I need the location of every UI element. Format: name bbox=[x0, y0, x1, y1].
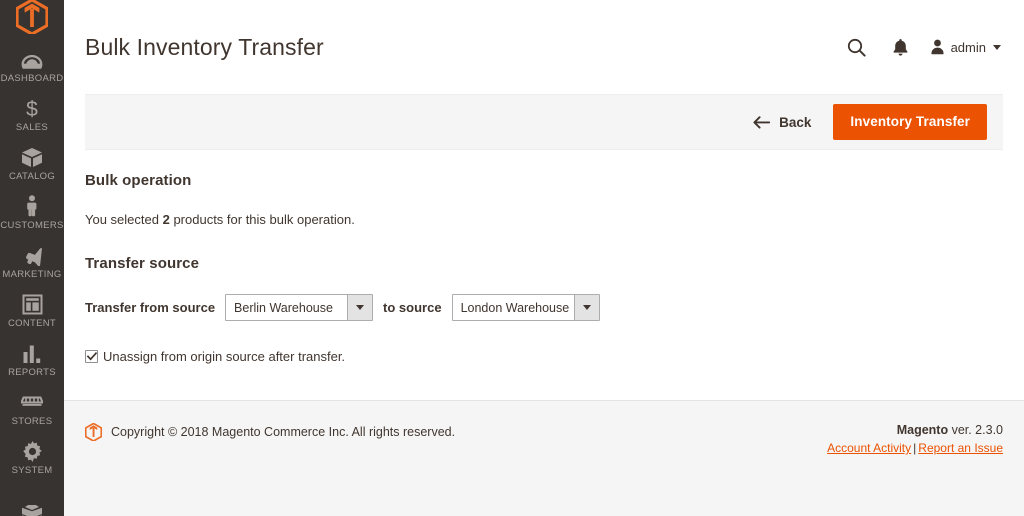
storefront-awning-icon bbox=[19, 389, 45, 413]
sidebar-item-customers[interactable]: Customers bbox=[0, 187, 64, 236]
copyright-block: Copyright © 2018 Magento Commerce Inc. A… bbox=[85, 423, 455, 441]
admin-sidebar: Dashboard $ Sales Catalog bbox=[0, 0, 64, 516]
sidebar-item-system[interactable]: System bbox=[0, 432, 64, 481]
summary-text-before: You selected bbox=[85, 212, 163, 227]
bell-icon[interactable] bbox=[878, 32, 924, 62]
footer-right: Magento ver. 2.3.0 Account Activity | Repo… bbox=[827, 423, 1003, 455]
sidebar-item-label: Reports bbox=[8, 367, 56, 378]
back-button[interactable]: Back bbox=[753, 115, 811, 130]
megaphone-icon bbox=[19, 242, 45, 266]
chevron-down-icon bbox=[573, 295, 599, 320]
magento-mark-icon bbox=[85, 423, 102, 441]
sidebar-item-catalog[interactable]: Catalog bbox=[0, 138, 64, 187]
sidebar-item-find-partners-extensions[interactable]: Find Partners & Extensions bbox=[0, 493, 64, 516]
transfer-source-row: Transfer from source Berlin Warehouse to… bbox=[85, 294, 1003, 321]
dollar-sign-icon: $ bbox=[19, 95, 45, 119]
sidebar-item-label: Marketing bbox=[2, 269, 62, 280]
account-name: admin bbox=[950, 39, 986, 55]
box-icon bbox=[19, 144, 45, 168]
arrow-left-icon bbox=[753, 115, 771, 129]
gear-icon bbox=[19, 438, 45, 462]
main-region: Bulk Inventory Transfer admin Back Inven… bbox=[64, 0, 1024, 516]
person-icon bbox=[19, 193, 45, 217]
account-activity-link[interactable]: Account Activity bbox=[827, 441, 911, 455]
bulk-operation-heading: Bulk operation bbox=[85, 172, 192, 189]
sidebar-item-label: Dashboard bbox=[0, 73, 64, 84]
search-icon[interactable] bbox=[836, 32, 878, 62]
copyright-text: Copyright © 2018 Magento Commerce Inc. A… bbox=[111, 425, 456, 439]
header-tools: admin bbox=[836, 32, 1003, 62]
summary-text-after: products for this bulk operation. bbox=[169, 212, 355, 227]
transfer-source-heading: Transfer source bbox=[85, 255, 200, 272]
unassign-row: Unassign from origin source after transf… bbox=[85, 349, 1003, 364]
chevron-down-icon bbox=[993, 44, 1001, 50]
dashboard-gauge-icon bbox=[19, 46, 45, 70]
sidebar-item-reports[interactable]: Reports bbox=[0, 334, 64, 383]
to-source-select[interactable]: London Warehouse bbox=[451, 294, 600, 321]
page-content: Bulk operation You selected 2 products f… bbox=[64, 150, 1024, 400]
page-title: Bulk Inventory Transfer bbox=[85, 33, 324, 60]
user-avatar-icon bbox=[930, 39, 945, 55]
sidebar-item-stores[interactable]: Stores bbox=[0, 383, 64, 432]
report-an-issue-link[interactable]: Report an Issue bbox=[918, 441, 1003, 455]
sidebar-item-label: System bbox=[11, 465, 53, 476]
page-actions-bar: Back Inventory Transfer bbox=[85, 94, 1003, 150]
sidebar-item-label: Catalog bbox=[8, 171, 56, 182]
back-button-label: Back bbox=[779, 114, 812, 130]
bulk-operation-summary: You selected 2 products for this bulk op… bbox=[85, 211, 1003, 229]
sidebar-item-content[interactable]: Content bbox=[0, 285, 64, 334]
selected-product-count: 2 bbox=[162, 212, 170, 227]
extension-blocks-icon bbox=[19, 499, 45, 516]
checkmark-icon bbox=[86, 352, 97, 361]
unassign-checkbox[interactable] bbox=[85, 350, 98, 363]
chevron-down-icon bbox=[347, 295, 373, 320]
bar-chart-icon bbox=[19, 340, 45, 364]
magento-logo[interactable] bbox=[0, 0, 64, 34]
sidebar-item-label: Customers bbox=[0, 220, 64, 231]
to-source-label: to source bbox=[383, 300, 442, 315]
footer-version: ver. 2.3.0 bbox=[948, 423, 1003, 437]
page-footer: Copyright © 2018 Magento Commerce Inc. A… bbox=[64, 400, 1024, 516]
sidebar-item-dashboard[interactable]: Dashboard bbox=[0, 40, 64, 89]
transfer-from-source-select[interactable]: Berlin Warehouse bbox=[225, 294, 374, 321]
footer-links: Account Activity | Report an Issue bbox=[827, 441, 1003, 455]
sidebar-item-label: Stores bbox=[11, 416, 53, 427]
sidebar-item-sales[interactable]: $ Sales bbox=[0, 89, 64, 138]
unassign-checkbox-label: Unassign from origin source after transf… bbox=[103, 349, 346, 364]
transfer-from-source-label: Transfer from source bbox=[85, 300, 216, 315]
svg-text:$: $ bbox=[26, 98, 38, 119]
admin-page: Dashboard $ Sales Catalog bbox=[0, 0, 1024, 516]
sidebar-item-label: Content bbox=[7, 318, 56, 329]
footer-brand: Magento bbox=[896, 423, 949, 437]
to-source-value: London Warehouse bbox=[460, 300, 570, 315]
sidebar-item-marketing[interactable]: Marketing bbox=[0, 236, 64, 285]
sidebar-item-label: Sales bbox=[15, 122, 49, 133]
layout-panels-icon bbox=[19, 291, 45, 315]
inventory-transfer-button[interactable]: Inventory Transfer bbox=[833, 104, 987, 140]
account-menu[interactable]: admin bbox=[924, 32, 1003, 62]
page-header: Bulk Inventory Transfer admin bbox=[64, 0, 1024, 94]
version-line: Magento ver. 2.3.0 bbox=[827, 423, 1003, 437]
transfer-from-source-value: Berlin Warehouse bbox=[234, 300, 333, 315]
